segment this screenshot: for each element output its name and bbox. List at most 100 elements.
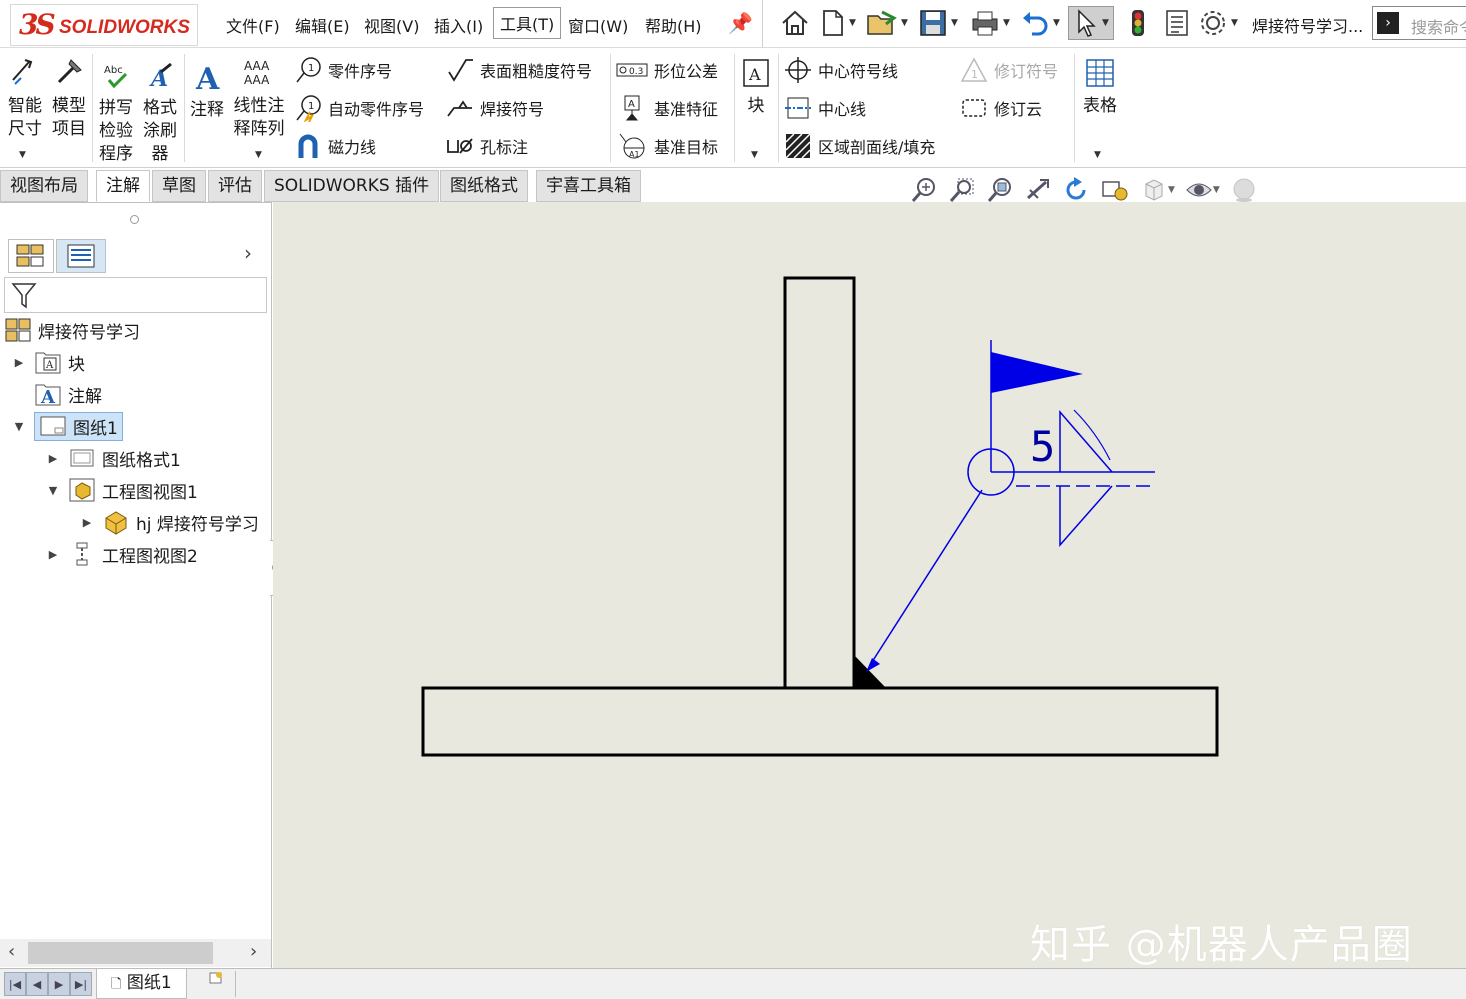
select-button[interactable]: ▼ — [1068, 6, 1114, 40]
note-pattern-dropdown[interactable]: ▼ — [255, 150, 262, 160]
tab-evaluate[interactable]: 评估 — [208, 170, 262, 202]
revision-symbol-button[interactable]: 1 修订符号 — [960, 56, 1058, 84]
tree-filter-input[interactable] — [4, 277, 267, 313]
display-style-button[interactable]: ▼ — [1140, 176, 1175, 204]
previous-sheet-icon[interactable]: ◀ — [26, 972, 48, 996]
print-button[interactable]: ▼ — [970, 6, 1010, 40]
pin-icon[interactable]: 📌 — [728, 11, 753, 35]
tree-item-sheet-format[interactable]: ▶ 图纸格式1 — [46, 443, 181, 473]
balloon-button[interactable]: 1 零件序号 — [294, 56, 392, 84]
zoom-to-selection-icon[interactable] — [986, 176, 1014, 204]
property-manager-tab[interactable] — [56, 239, 106, 273]
block-button[interactable]: A 块 — [738, 58, 774, 118]
scroll-right-icon[interactable]: › — [250, 941, 257, 962]
view-settings-icon[interactable] — [1100, 176, 1130, 204]
chevron-down-icon[interactable]: ▼ — [1003, 18, 1010, 28]
auto-balloon-button[interactable]: 1 自动零件序号 — [294, 94, 424, 122]
horizontal-scrollbar[interactable]: ‹ › — [0, 939, 271, 967]
rotate-icon[interactable] — [1062, 176, 1090, 204]
gtol-button[interactable]: 0.3 形位公差 — [616, 56, 718, 84]
tab-sheet-format[interactable]: 图纸格式 — [440, 170, 528, 202]
expand-arrow-icon[interactable]: ▶ — [80, 516, 94, 529]
block-dropdown[interactable]: ▼ — [751, 150, 758, 160]
tree-item-drawing-view1[interactable]: ▼ 工程图视图1 — [46, 475, 198, 505]
datum-target-button[interactable]: A1 基准目标 — [616, 132, 718, 160]
expand-arrow-icon[interactable]: ▶ — [12, 356, 26, 369]
chevron-down-icon[interactable]: ▼ — [1168, 185, 1175, 195]
home-button[interactable] — [780, 6, 810, 40]
model-items-button[interactable]: 模型项目 — [48, 56, 90, 141]
tab-sketch[interactable]: 草图 — [152, 170, 206, 202]
centerline-button[interactable]: 中心线 — [784, 94, 866, 122]
expand-arrow-icon[interactable]: ▶ — [46, 452, 60, 465]
expand-arrow-icon[interactable]: ▶ — [46, 548, 60, 561]
hole-callout-button[interactable]: 孔标注 — [446, 132, 528, 160]
pane-grip[interactable] — [130, 215, 139, 224]
scene-sphere-icon[interactable] — [1230, 176, 1258, 204]
tree-root[interactable]: 焊接符号学习 — [4, 315, 140, 345]
search-input[interactable]: › 搜索命令 — [1372, 6, 1466, 40]
tree-item-blocks[interactable]: ▶ A 块 — [12, 347, 85, 377]
feature-manager-tab[interactable] — [8, 239, 54, 273]
linear-note-pattern-button[interactable]: AAA AAA 线性注释阵列 — [230, 58, 288, 141]
menu-view[interactable]: 视图(V) — [364, 13, 419, 37]
tab-annotation[interactable]: 注解 — [96, 170, 150, 202]
datum-feature-button[interactable]: A 基准特征 — [616, 94, 718, 122]
tree-item-part[interactable]: ▶ hj 焊接符号学习 — [80, 507, 259, 537]
chevron-down-icon[interactable]: ▼ — [1102, 18, 1109, 28]
collapse-arrow-icon[interactable]: ▼ — [46, 484, 60, 497]
smart-dimension-button[interactable]: 智能尺寸 — [4, 56, 46, 141]
table-button[interactable]: 表格 — [1078, 58, 1122, 118]
add-sheet-button[interactable] — [196, 971, 236, 997]
zoom-to-fit-icon[interactable] — [910, 176, 938, 204]
chevron-down-icon[interactable]: ▼ — [951, 18, 958, 28]
menu-edit[interactable]: 编辑(E) — [295, 13, 350, 37]
tab-solidworks-addins[interactable]: SOLIDWORKS 插件 — [264, 170, 440, 202]
scroll-left-icon[interactable]: ‹ — [8, 941, 15, 962]
tree-item-drawing-view2[interactable]: ▶ 工程图视图2 — [46, 539, 198, 569]
center-mark-button[interactable]: 中心符号线 — [784, 56, 898, 84]
chevron-down-icon[interactable]: ▼ — [849, 18, 856, 28]
menu-file[interactable]: 文件(F) — [226, 13, 280, 37]
next-sheet-icon[interactable]: ▶ — [48, 972, 70, 996]
new-document-button[interactable]: ▼ — [820, 6, 856, 40]
weld-symbol-button[interactable]: 焊接符号 — [446, 94, 544, 122]
surface-finish-button[interactable]: 表面粗糙度符号 — [446, 56, 592, 84]
undo-button[interactable]: ▼ — [1020, 6, 1060, 40]
graphics-area[interactable] — [273, 202, 1466, 968]
menu-tools[interactable]: 工具(T) — [493, 7, 562, 39]
chevron-right-icon[interactable]: › — [244, 241, 252, 265]
solidworks-logo[interactable]: 3S SOLIDWORKS — [10, 4, 198, 46]
chevron-down-icon[interactable]: ▼ — [901, 18, 908, 28]
chevron-down-icon[interactable]: ▼ — [1213, 185, 1220, 195]
first-sheet-icon[interactable]: |◀ — [4, 972, 26, 996]
options-button[interactable]: ▼ — [1198, 6, 1238, 40]
sheet-tab[interactable]: 🗋 图纸1 — [96, 969, 187, 999]
file-properties-button[interactable] — [1164, 6, 1190, 40]
pan-icon[interactable] — [1024, 176, 1052, 204]
rebuild-button[interactable] — [1128, 6, 1148, 40]
menu-help[interactable]: 帮助(H) — [645, 13, 702, 37]
menu-insert[interactable]: 插入(I) — [434, 13, 483, 37]
spell-check-button[interactable]: Abc 拼写检验程序 — [94, 62, 138, 166]
tab-yuxi-toolbox[interactable]: 宇喜工具箱 — [536, 170, 641, 202]
chevron-down-icon[interactable]: ▼ — [1053, 18, 1060, 28]
scrollbar-thumb[interactable] — [28, 942, 213, 964]
save-button[interactable]: ▼ — [918, 6, 958, 40]
last-sheet-icon[interactable]: ▶| — [70, 972, 92, 996]
chevron-down-icon[interactable]: ▼ — [1231, 18, 1238, 28]
menu-window[interactable]: 窗口(W) — [568, 13, 628, 37]
tree-item-annotations[interactable]: A 注解 — [34, 379, 102, 409]
tab-view-layout[interactable]: 视图布局 — [0, 170, 88, 202]
tree-item-sheet[interactable]: ▼ 图纸1 — [12, 411, 123, 441]
hide-show-button[interactable]: ▼ — [1185, 176, 1220, 204]
collapse-arrow-icon[interactable]: ▼ — [12, 420, 26, 433]
table-dropdown[interactable]: ▼ — [1094, 150, 1101, 160]
note-button[interactable]: A 注释 — [186, 62, 228, 122]
area-hatch-button[interactable]: 区域剖面线/填充 — [784, 132, 935, 160]
zoom-area-icon[interactable] — [948, 176, 976, 204]
open-button[interactable]: ▼ — [866, 6, 908, 40]
revision-cloud-button[interactable]: 修订云 — [960, 94, 1042, 122]
format-painter-button[interactable]: A 格式涂刷器 — [138, 62, 182, 166]
magnetic-line-button[interactable]: 磁力线 — [294, 132, 376, 160]
